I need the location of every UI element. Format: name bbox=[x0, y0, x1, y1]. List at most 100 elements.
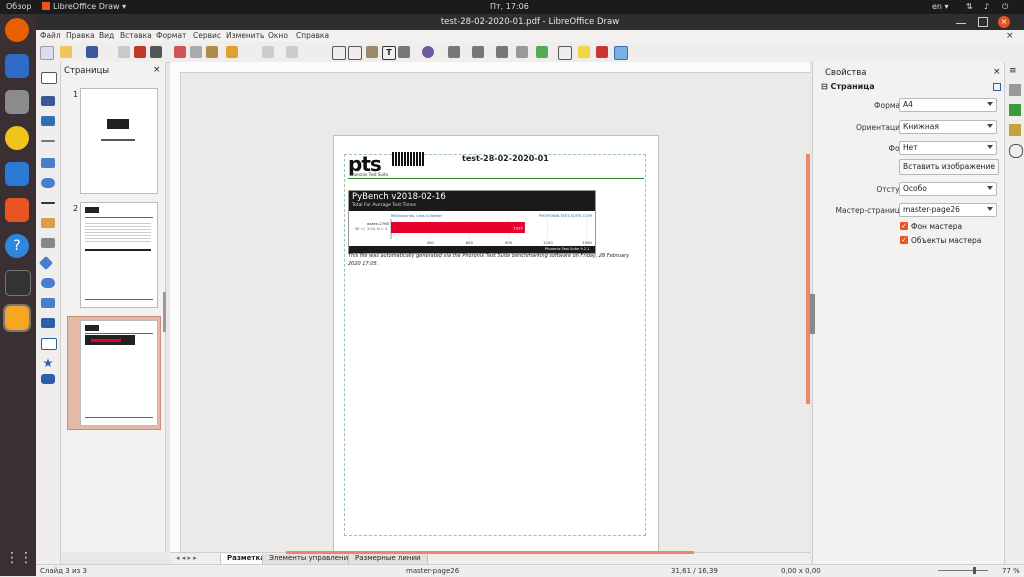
copy-icon[interactable] bbox=[190, 46, 202, 58]
firefox-icon[interactable] bbox=[5, 18, 29, 42]
zoom-slider[interactable] bbox=[938, 570, 988, 571]
symbol-shapes-icon[interactable] bbox=[41, 278, 55, 288]
minimize-icon[interactable] bbox=[956, 17, 966, 27]
thunderbird-icon[interactable] bbox=[5, 54, 29, 78]
page-thumbnail-2[interactable] bbox=[80, 202, 158, 308]
master-page-select[interactable]: master-page26 bbox=[899, 203, 997, 217]
menu-window[interactable]: Окно bbox=[268, 31, 288, 40]
insert-image-icon[interactable] bbox=[366, 46, 378, 58]
filter-icon[interactable] bbox=[536, 46, 548, 58]
line-tool-icon[interactable] bbox=[41, 140, 55, 142]
save-icon[interactable] bbox=[86, 46, 98, 58]
network-icon[interactable]: ⇅ bbox=[966, 2, 973, 11]
format-select[interactable]: A4 bbox=[899, 98, 997, 112]
master-objects-checkbox[interactable]: ✓ bbox=[900, 236, 908, 244]
activities-button[interactable]: Обзор bbox=[6, 2, 31, 11]
connector-icon[interactable] bbox=[41, 238, 55, 248]
master-background-checkbox[interactable]: ✓ bbox=[900, 222, 908, 230]
3d-objects-icon[interactable] bbox=[41, 374, 55, 384]
styles-deck-icon[interactable] bbox=[1009, 104, 1021, 116]
vertical-scrollbar[interactable] bbox=[806, 154, 810, 404]
tab-scroll-arrows-icon[interactable]: ◂ ◂ ▸ ▸ bbox=[176, 554, 197, 562]
horizontal-scrollbar[interactable] bbox=[286, 551, 694, 554]
menu-close-icon[interactable]: × bbox=[1006, 31, 1014, 41]
page-thumbnail-3[interactable] bbox=[80, 320, 158, 426]
glue-icon[interactable] bbox=[578, 46, 590, 58]
arrow-icon[interactable] bbox=[41, 202, 55, 204]
terminal-icon[interactable] bbox=[5, 270, 31, 296]
export-pdf-icon[interactable] bbox=[134, 46, 146, 58]
gallery-deck-icon[interactable] bbox=[1009, 124, 1021, 136]
page-section-more-icon[interactable] bbox=[993, 83, 1001, 91]
callouts-icon[interactable] bbox=[41, 338, 57, 350]
select-icon[interactable] bbox=[41, 72, 57, 84]
cut-icon[interactable] bbox=[174, 46, 186, 58]
menu-tools[interactable]: Сервис bbox=[193, 31, 221, 40]
transformations-icon[interactable] bbox=[422, 46, 434, 58]
undo-icon[interactable] bbox=[262, 46, 274, 58]
draw-active-icon[interactable] bbox=[3, 304, 31, 332]
orientation-select[interactable]: Книжная bbox=[899, 120, 997, 134]
clock[interactable]: Пт, 17:06 bbox=[490, 2, 529, 11]
rhythmbox-icon[interactable] bbox=[5, 126, 29, 150]
power-icon[interactable]: ⏻ bbox=[1002, 2, 1008, 12]
stars-icon[interactable]: ★ bbox=[41, 357, 55, 369]
align-icon[interactable] bbox=[448, 46, 460, 58]
flowchart-icon[interactable] bbox=[41, 318, 55, 328]
points-icon[interactable] bbox=[558, 46, 572, 60]
properties-close-icon[interactable]: × bbox=[993, 67, 1001, 77]
app-menu[interactable]: LibreOffice Draw ▾ bbox=[42, 2, 126, 11]
margin-select[interactable]: Особо bbox=[899, 182, 997, 196]
files-icon[interactable] bbox=[5, 90, 29, 114]
zoom-level[interactable]: 77 % bbox=[1002, 567, 1020, 575]
document-page[interactable]: pts Phoronix Test Suite test-28-02-2020-… bbox=[333, 135, 659, 554]
basic-shapes-icon[interactable] bbox=[38, 255, 54, 271]
menu-edit[interactable]: Правка bbox=[66, 31, 95, 40]
zoom-slider-handle[interactable] bbox=[973, 567, 976, 574]
arrange-icon[interactable] bbox=[472, 46, 484, 58]
open-icon[interactable] bbox=[60, 46, 72, 58]
properties-deck-icon[interactable] bbox=[1009, 84, 1021, 96]
crop-icon[interactable] bbox=[516, 46, 528, 58]
print-icon[interactable] bbox=[150, 46, 162, 58]
fill-color-icon[interactable] bbox=[41, 116, 55, 126]
page-thumbnail-1[interactable] bbox=[80, 88, 158, 194]
navigator-deck-icon[interactable] bbox=[1009, 144, 1023, 158]
show-draw-functions-icon[interactable] bbox=[614, 46, 628, 60]
menu-help[interactable]: Справка bbox=[296, 31, 329, 40]
helplines-icon[interactable] bbox=[348, 46, 362, 60]
writer-icon[interactable] bbox=[5, 162, 29, 186]
pages-panel-close-icon[interactable]: × bbox=[153, 65, 161, 75]
page-section-header[interactable]: ⊟ Страница bbox=[821, 82, 875, 91]
volume-icon[interactable]: ♪ bbox=[984, 2, 989, 11]
background-select[interactable]: Нет bbox=[899, 141, 997, 155]
software-center-icon[interactable] bbox=[5, 198, 29, 222]
curve-icon[interactable] bbox=[41, 218, 55, 228]
clone-formatting-icon[interactable] bbox=[226, 46, 238, 58]
new-icon[interactable] bbox=[40, 46, 54, 60]
grid-icon[interactable] bbox=[332, 46, 346, 60]
menu-file[interactable]: Файл bbox=[40, 31, 61, 40]
menu-modify[interactable]: Изменить bbox=[226, 31, 264, 40]
help-icon[interactable]: ? bbox=[5, 234, 29, 258]
sidebar-menu-icon[interactable]: ≡ bbox=[1009, 66, 1017, 76]
rectangle-icon[interactable] bbox=[41, 158, 55, 168]
pages-panel-splitter[interactable] bbox=[163, 292, 166, 332]
maximize-icon[interactable] bbox=[978, 17, 988, 27]
language-indicator[interactable]: en ▾ bbox=[932, 2, 949, 11]
menu-insert[interactable]: Вставка bbox=[120, 31, 152, 40]
line-color-icon[interactable] bbox=[41, 96, 55, 106]
redo-icon[interactable] bbox=[286, 46, 298, 58]
sidebar-splitter[interactable] bbox=[810, 294, 815, 334]
ellipse-icon[interactable] bbox=[41, 178, 55, 188]
menu-format[interactable]: Формат bbox=[156, 31, 186, 40]
paste-icon[interactable] bbox=[206, 46, 218, 58]
block-arrows-icon[interactable] bbox=[41, 298, 55, 308]
text-box-icon[interactable]: T bbox=[382, 46, 396, 60]
show-apps-icon[interactable]: ⋮⋮ bbox=[5, 546, 33, 570]
insert-image-button[interactable]: Вставить изображение bbox=[899, 159, 999, 175]
fontwork-icon[interactable] bbox=[398, 46, 410, 58]
menu-view[interactable]: Вид bbox=[99, 31, 114, 40]
close-window-icon[interactable]: × bbox=[998, 16, 1010, 28]
toggle-extrusion-icon[interactable] bbox=[596, 46, 608, 58]
